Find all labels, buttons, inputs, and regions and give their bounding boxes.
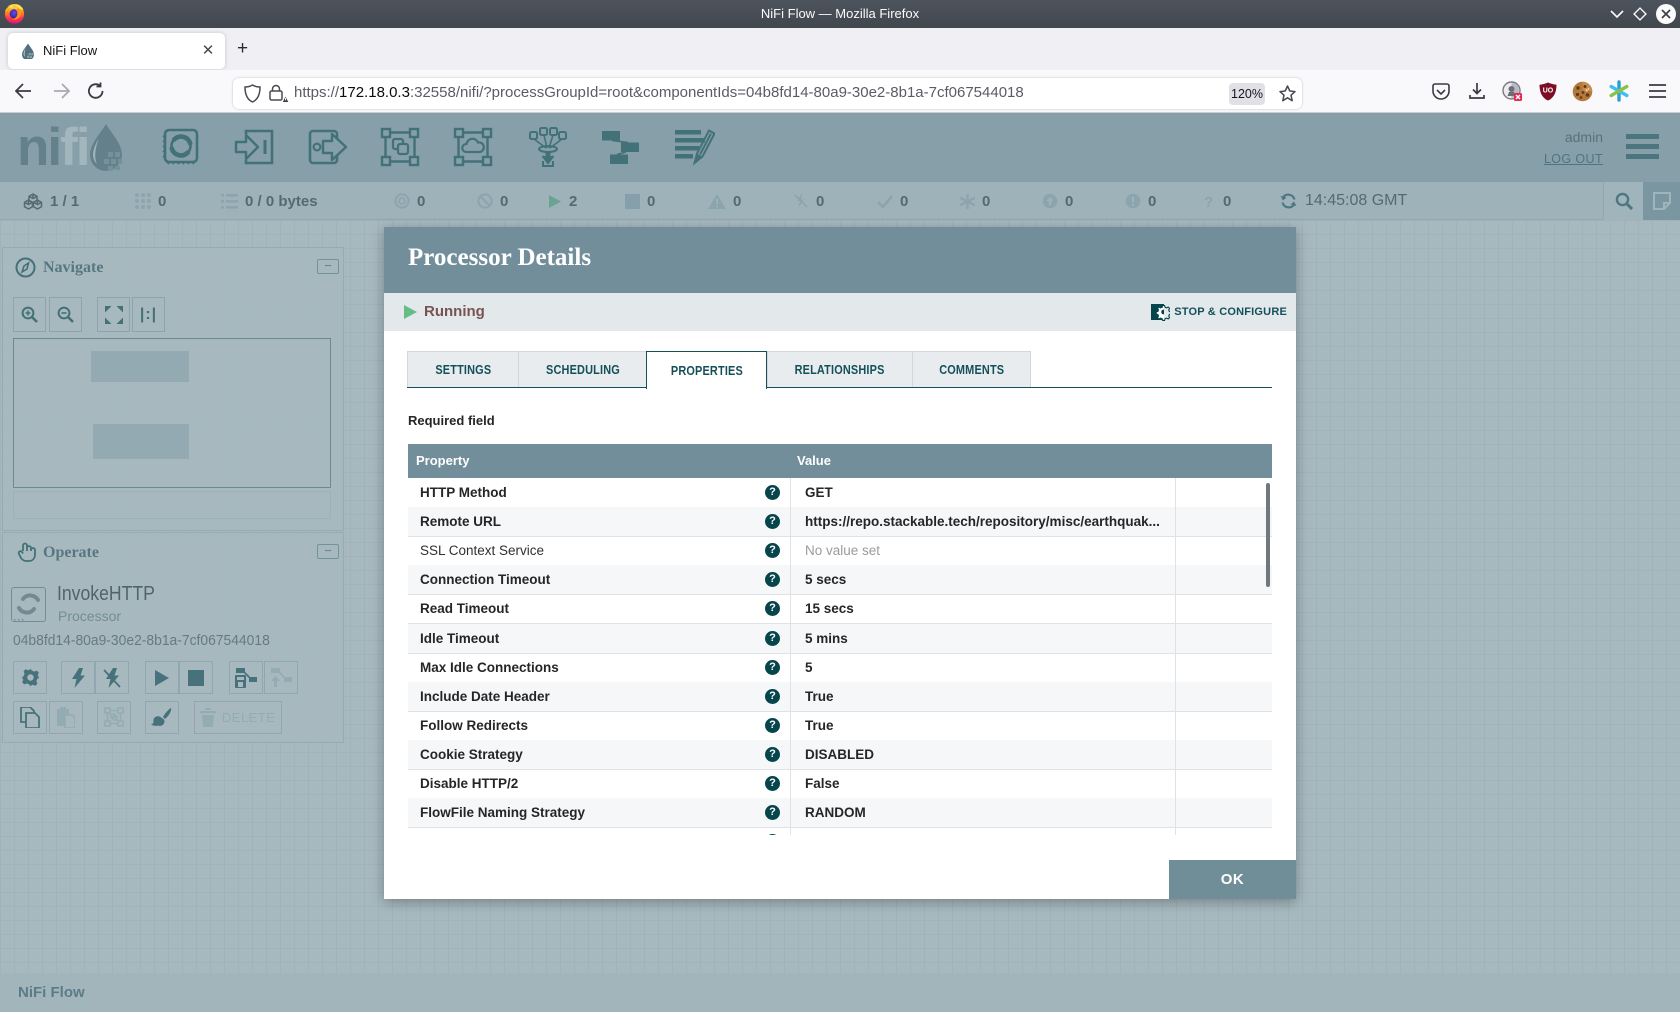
- svg-text:UO: UO: [1543, 88, 1554, 95]
